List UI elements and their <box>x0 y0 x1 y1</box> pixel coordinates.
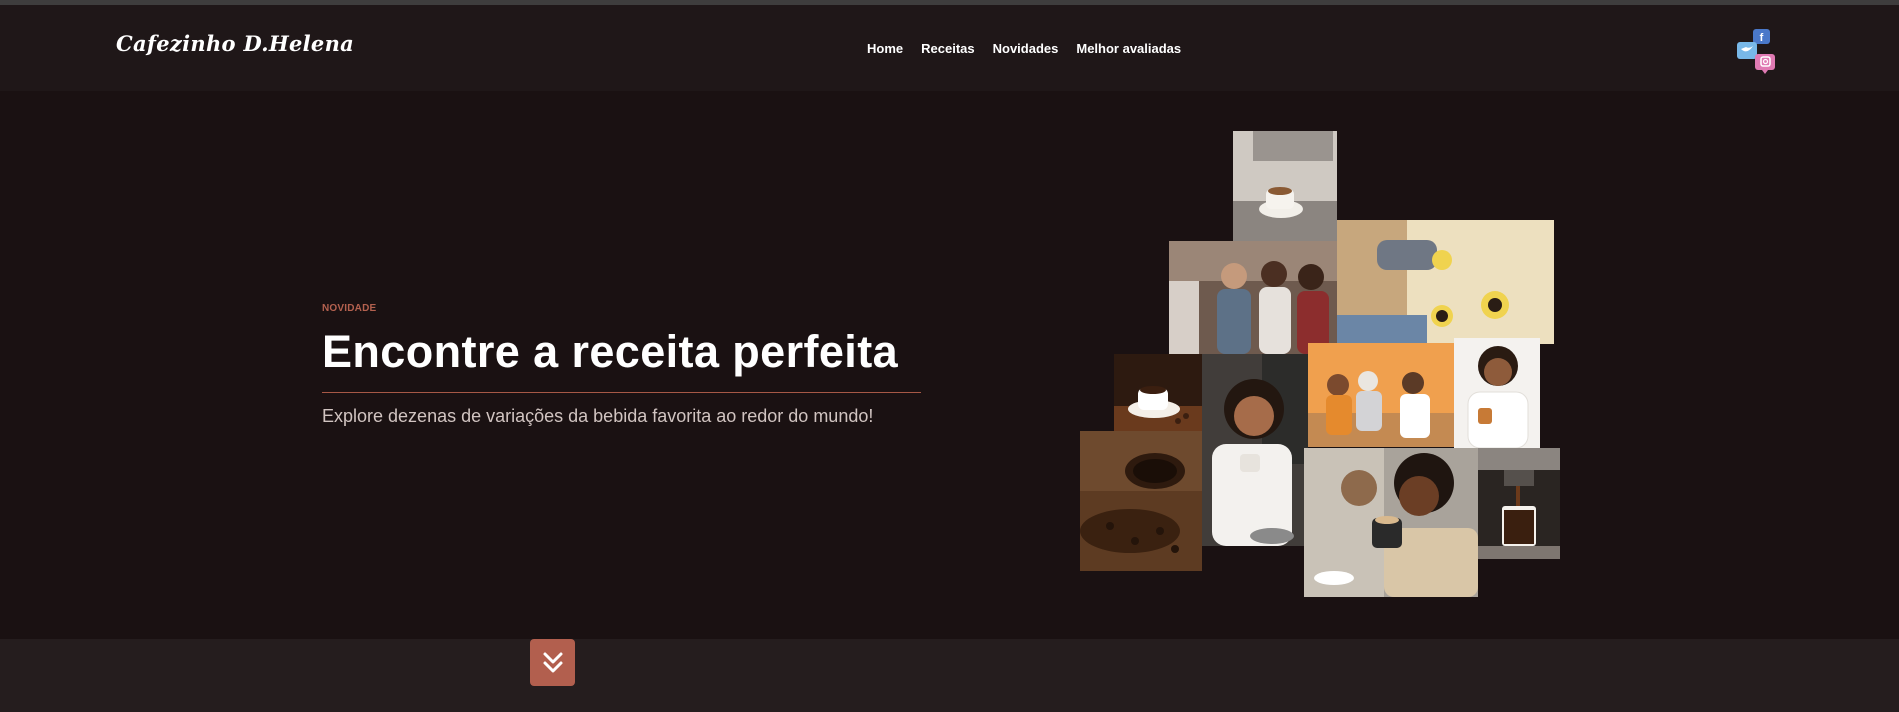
double-chevron-down-icon <box>543 652 562 672</box>
site-logo[interactable]: Cafezinho D.Helena <box>116 31 354 56</box>
photo-coffee-beans-cup <box>1080 431 1202 571</box>
photo-man-laughing <box>1454 338 1540 448</box>
hero-title: Encontre a receita perfeita <box>322 326 899 377</box>
nav-home[interactable]: Home <box>867 41 903 56</box>
hero-subtitle: Explore dezenas de variações da bebida f… <box>322 406 874 426</box>
photo-woman-smiling-cup <box>1202 354 1308 546</box>
social-links[interactable]: f <box>1735 28 1781 76</box>
nav-novidades[interactable]: Novidades <box>993 41 1059 56</box>
photo-coffee-table-top <box>1337 220 1554 344</box>
title-divider <box>322 392 921 393</box>
photo-espresso-machine <box>1233 131 1337 241</box>
hero-section: NOVIDADE Encontre a receita perfeita Exp… <box>0 91 1899 639</box>
main-nav: Home Receitas Novidades Melhor avaliadas <box>867 41 1181 56</box>
photo-cup-and-beans <box>1114 354 1204 431</box>
photo-espresso-pour <box>1478 448 1560 559</box>
facebook-icon[interactable]: f <box>1753 29 1770 44</box>
footer-bar <box>0 639 1899 712</box>
hero-eyebrow: NOVIDADE <box>322 303 377 314</box>
photo-men-drinking-coffee <box>1304 448 1478 597</box>
twitter-icon[interactable] <box>1737 42 1757 59</box>
nav-melhor-avaliadas[interactable]: Melhor avaliadas <box>1076 41 1181 56</box>
nav-receitas[interactable]: Receitas <box>921 41 974 56</box>
scroll-down-button[interactable] <box>530 639 575 686</box>
site-header: Cafezinho D.Helena Home Receitas Novidad… <box>0 5 1899 91</box>
photo-friends-cafe <box>1308 343 1455 447</box>
svg-text:f: f <box>1760 32 1764 44</box>
instagram-icon[interactable] <box>1755 54 1775 74</box>
photo-friends-group <box>1169 241 1337 354</box>
